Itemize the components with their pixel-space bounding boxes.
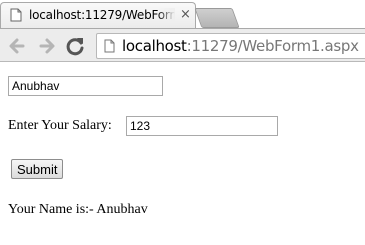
new-tab-button[interactable] (194, 8, 240, 28)
document-icon (10, 8, 22, 22)
url-path: :11279/WebForm1.aspx (186, 37, 359, 55)
url-host: localhost (122, 37, 187, 55)
browser-window: localhost:11279/WebForm × localhost:1127… (0, 0, 365, 245)
tab-strip: localhost:11279/WebForm × (0, 0, 365, 30)
page-content: Enter Your Salary: Submit Your Name is:-… (0, 62, 365, 245)
reload-icon[interactable] (64, 35, 86, 57)
salary-input[interactable] (126, 116, 278, 136)
salary-label: Enter Your Salary: (8, 118, 112, 133)
forward-arrow-icon[interactable] (36, 35, 58, 57)
back-arrow-icon[interactable] (6, 35, 28, 57)
address-bar[interactable]: localhost:11279/WebForm1.aspx (96, 33, 365, 59)
result-text: Your Name is:- Anubhav (8, 202, 148, 217)
tab-title: localhost:11279/WebForm (29, 8, 175, 22)
tab-webform[interactable]: localhost:11279/WebForm × (0, 2, 196, 28)
submit-button[interactable]: Submit (11, 159, 64, 179)
name-input[interactable] (8, 76, 163, 96)
close-icon[interactable]: × (180, 8, 191, 22)
url-text: localhost:11279/WebForm1.aspx (122, 37, 359, 55)
browser-toolbar: localhost:11279/WebForm1.aspx (0, 28, 365, 62)
page-icon (104, 39, 115, 53)
